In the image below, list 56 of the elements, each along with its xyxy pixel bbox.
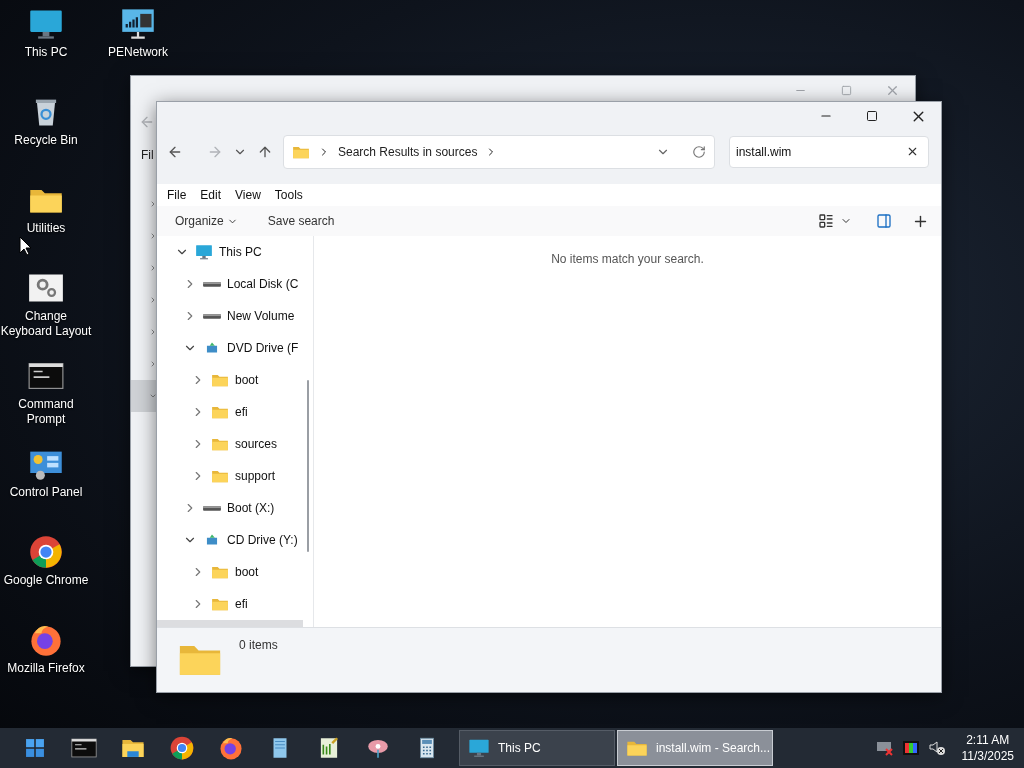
network-icon (120, 6, 156, 42)
preview-pane-icon[interactable] (876, 213, 892, 229)
desktop-icon-label[interactable]: Google Chrome (3, 573, 89, 588)
clock-date[interactable]: 11/3/2025 (961, 748, 1014, 764)
menu-item[interactable]: File (167, 188, 187, 202)
tree-item[interactable]: boot (157, 556, 303, 588)
view-icon[interactable] (818, 213, 834, 229)
tree-item[interactable]: boot (157, 364, 303, 396)
monitor-icon (195, 243, 213, 261)
address-bar[interactable]: Search Results in sources (283, 135, 715, 169)
tree-item[interactable]: efi (157, 588, 303, 620)
tree-item[interactable]: New Volume (157, 300, 303, 332)
maximize-icon[interactable] (866, 110, 878, 122)
desktop-icon-label[interactable]: Mozilla Firefox (7, 661, 85, 676)
tree-item[interactable]: Boot (X:) (157, 492, 303, 524)
tree-item[interactable]: sources (157, 428, 303, 460)
tree-item[interactable]: CD Drive (Y:) (157, 524, 303, 556)
scrollbar-thumb[interactable] (307, 380, 309, 552)
tree-item[interactable]: This PC (157, 236, 303, 268)
console-icon (70, 735, 97, 761)
search-field[interactable]: install.wim (729, 136, 929, 168)
menu-item[interactable]: View (235, 188, 261, 202)
chrome-icon (28, 534, 64, 570)
desktop-icon-label[interactable]: Utilities (26, 221, 66, 236)
drive-icon (203, 505, 221, 511)
tree-item[interactable]: support (157, 460, 303, 492)
tree-item[interactable]: Local Disk (C (157, 268, 303, 300)
command-button[interactable]: Save search (267, 214, 335, 228)
cursor-icon (19, 236, 31, 256)
desktop-icon-label[interactable]: Control Panel (9, 485, 83, 500)
taskbar-window-button[interactable]: This PC (459, 730, 615, 766)
tree-item[interactable]: DVD Drive (F (157, 332, 303, 364)
drive-icon (203, 281, 221, 287)
monitor-icon (468, 737, 490, 759)
clear-icon[interactable] (906, 145, 919, 158)
menu-item[interactable]: Edit (200, 188, 222, 202)
firefox-icon (217, 735, 244, 761)
drive-icon (203, 313, 221, 319)
desktop-icon-label[interactable]: Change Keyboard Layout (0, 309, 92, 339)
refresh-icon[interactable] (692, 145, 706, 159)
desktop-icon-label[interactable]: Command Prompt (0, 397, 92, 427)
desktop-icon-label[interactable]: PENetwork (108, 45, 168, 60)
clock-time[interactable]: 2:11 AM (966, 732, 1010, 748)
tree-item[interactable]: efi (157, 396, 303, 428)
desktop-icon-label[interactable]: This PC (24, 45, 68, 60)
command-button[interactable]: Organize (175, 214, 238, 228)
menu-item[interactable]: Tools (274, 188, 303, 202)
item-count: 0 items (239, 638, 278, 652)
empty-message: No items match your search. (551, 252, 704, 266)
menu-item[interactable]: Fil (131, 144, 157, 166)
address-path: Search Results in sources (338, 145, 478, 159)
desktop-icon-label[interactable]: Recycle Bin (14, 133, 78, 148)
chrome-icon (168, 735, 195, 761)
color-display-icon[interactable] (901, 739, 920, 757)
network-status-icon[interactable] (875, 739, 894, 757)
speaker-muted-icon[interactable] (927, 739, 946, 757)
